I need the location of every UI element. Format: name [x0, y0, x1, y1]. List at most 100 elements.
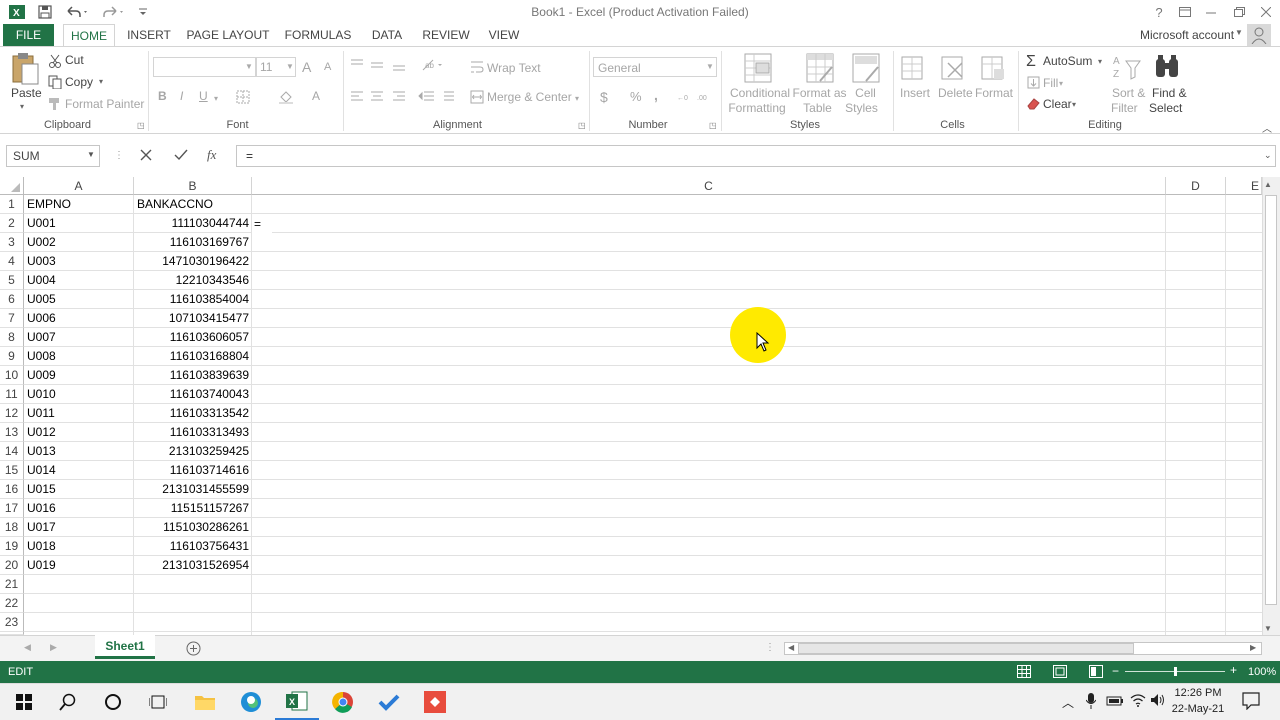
- todo-icon[interactable]: [367, 683, 411, 720]
- cell-b[interactable]: 116103714616: [135, 461, 251, 480]
- merge-center-icon[interactable]: [470, 90, 484, 104]
- volume-icon[interactable]: [1150, 693, 1166, 707]
- merge-center-button[interactable]: Merge & Center: [487, 90, 572, 104]
- editing-cell-c2[interactable]: =: [252, 215, 272, 234]
- scroll-down-icon[interactable]: ▼: [1264, 624, 1272, 633]
- row-header[interactable]: 9: [0, 347, 24, 366]
- comma-button[interactable]: ,: [654, 87, 658, 103]
- format-cells-button[interactable]: Format: [975, 86, 1013, 100]
- row-header[interactable]: 20: [0, 556, 24, 575]
- cell-b[interactable]: 1151030286261: [135, 518, 251, 537]
- collapse-ribbon-icon[interactable]: ︿: [1262, 120, 1272, 135]
- vertical-scroll-thumb[interactable]: [1265, 195, 1277, 605]
- expand-formula-bar-icon[interactable]: ⌄: [1264, 150, 1272, 161]
- column-header-c[interactable]: C: [252, 177, 1166, 195]
- cell-a[interactable]: U005: [25, 290, 133, 309]
- zoom-slider-thumb[interactable]: [1174, 667, 1177, 676]
- account-name[interactable]: Microsoft account: [1140, 28, 1234, 42]
- cell-a[interactable]: U010: [25, 385, 133, 404]
- wrap-text-button[interactable]: Wrap Text: [487, 61, 541, 75]
- delete-cells-button[interactable]: Delete: [938, 86, 973, 100]
- borders-icon[interactable]: [236, 90, 250, 104]
- column-header-d[interactable]: D: [1166, 177, 1226, 195]
- cell-b[interactable]: 116103169767: [135, 233, 251, 252]
- ribbon-display-icon[interactable]: [1174, 2, 1196, 22]
- cell-a[interactable]: U011: [25, 404, 133, 423]
- insert-cells-icon[interactable]: [900, 53, 928, 85]
- row-header[interactable]: 6: [0, 290, 24, 309]
- cell-a[interactable]: U019: [25, 556, 133, 575]
- new-sheet-icon[interactable]: [186, 641, 201, 656]
- cell-a[interactable]: U008: [25, 347, 133, 366]
- orientation-icon[interactable]: ab: [421, 58, 445, 72]
- cell-b[interactable]: 12210343546: [135, 271, 251, 290]
- row-header[interactable]: 4: [0, 252, 24, 271]
- insert-function-icon[interactable]: fx: [207, 147, 216, 163]
- clear-caret-icon[interactable]: ▾: [1072, 100, 1076, 109]
- cortana-icon[interactable]: [91, 683, 135, 720]
- chrome-icon[interactable]: [321, 683, 365, 720]
- format-as-table-icon[interactable]: [806, 53, 836, 85]
- row-header[interactable]: 15: [0, 461, 24, 480]
- microphone-icon[interactable]: [1086, 693, 1096, 709]
- scroll-left-icon[interactable]: ◀: [788, 643, 794, 652]
- minimize-icon[interactable]: [1200, 2, 1222, 22]
- formula-input[interactable]: =: [236, 145, 1276, 167]
- find-select-button[interactable]: Find &: [1152, 86, 1187, 100]
- row-header[interactable]: 18: [0, 518, 24, 537]
- column-header-a[interactable]: A: [24, 177, 134, 195]
- format-as-table-label[interactable]: Table: [790, 101, 845, 115]
- row-header[interactable]: 1: [0, 195, 24, 214]
- tab-insert[interactable]: INSERT: [124, 24, 174, 46]
- font-size-caret-icon[interactable]: ▼: [286, 62, 294, 71]
- cell-b[interactable]: 2131031526954: [135, 556, 251, 575]
- cell-a[interactable]: U017: [25, 518, 133, 537]
- cell-b[interactable]: 116103756431: [135, 537, 251, 556]
- italic-button[interactable]: I: [180, 89, 183, 103]
- row-header[interactable]: 21: [0, 575, 24, 594]
- tab-page-layout[interactable]: PAGE LAYOUT: [184, 24, 272, 46]
- cell-b[interactable]: BANKACCNO: [135, 195, 251, 214]
- page-break-view-icon[interactable]: [1089, 665, 1103, 678]
- number-launcher-icon[interactable]: ◳: [709, 121, 717, 130]
- grow-font-button[interactable]: A: [302, 59, 311, 75]
- tab-home[interactable]: HOME: [63, 24, 115, 47]
- row-header[interactable]: 12: [0, 404, 24, 423]
- paste-button[interactable]: Paste: [11, 86, 42, 100]
- shrink-font-button[interactable]: A: [324, 61, 331, 73]
- screen-recorder-icon[interactable]: [413, 683, 457, 720]
- cell-a[interactable]: U002: [25, 233, 133, 252]
- cell-a[interactable]: U018: [25, 537, 133, 556]
- number-format-select[interactable]: General: [593, 57, 717, 77]
- eraser-icon[interactable]: [1027, 97, 1040, 110]
- row-header[interactable]: 13: [0, 423, 24, 442]
- row-header[interactable]: 3: [0, 233, 24, 252]
- avatar[interactable]: [1247, 24, 1271, 46]
- normal-view-icon[interactable]: [1017, 665, 1031, 678]
- cell-b[interactable]: 116103606057: [135, 328, 251, 347]
- cell-styles-icon[interactable]: [852, 53, 882, 85]
- column-header-e[interactable]: E: [1226, 177, 1262, 195]
- number-format-caret-icon[interactable]: ▼: [706, 62, 714, 71]
- sort-filter-label[interactable]: Filter: [1111, 101, 1138, 115]
- autosum-icon[interactable]: Σ: [1026, 53, 1036, 71]
- account-caret-icon[interactable]: ▼: [1235, 28, 1243, 37]
- cell-b[interactable]: 116103854004: [135, 290, 251, 309]
- row-header[interactable]: 22: [0, 594, 24, 613]
- paste-caret-icon[interactable]: ▾: [20, 102, 24, 111]
- cell-a[interactable]: U004: [25, 271, 133, 290]
- tab-formulas[interactable]: FORMULAS: [281, 24, 355, 46]
- delete-cells-icon[interactable]: [940, 53, 968, 85]
- cell-b[interactable]: 111103044744: [135, 214, 251, 233]
- cell-b[interactable]: 116103313493: [135, 423, 251, 442]
- close-icon[interactable]: [1255, 2, 1277, 22]
- tab-view[interactable]: VIEW: [484, 24, 524, 46]
- row-header[interactable]: 17: [0, 499, 24, 518]
- cell-a[interactable]: U001: [25, 214, 133, 233]
- autosum-caret-icon[interactable]: ▾: [1098, 57, 1102, 66]
- show-hidden-icons-icon[interactable]: ︿: [1062, 694, 1074, 711]
- zoom-in-icon[interactable]: +: [1230, 663, 1237, 677]
- merge-caret-icon[interactable]: ▾: [575, 94, 579, 103]
- wrap-text-icon[interactable]: [470, 60, 484, 74]
- copy-icon[interactable]: [48, 75, 62, 89]
